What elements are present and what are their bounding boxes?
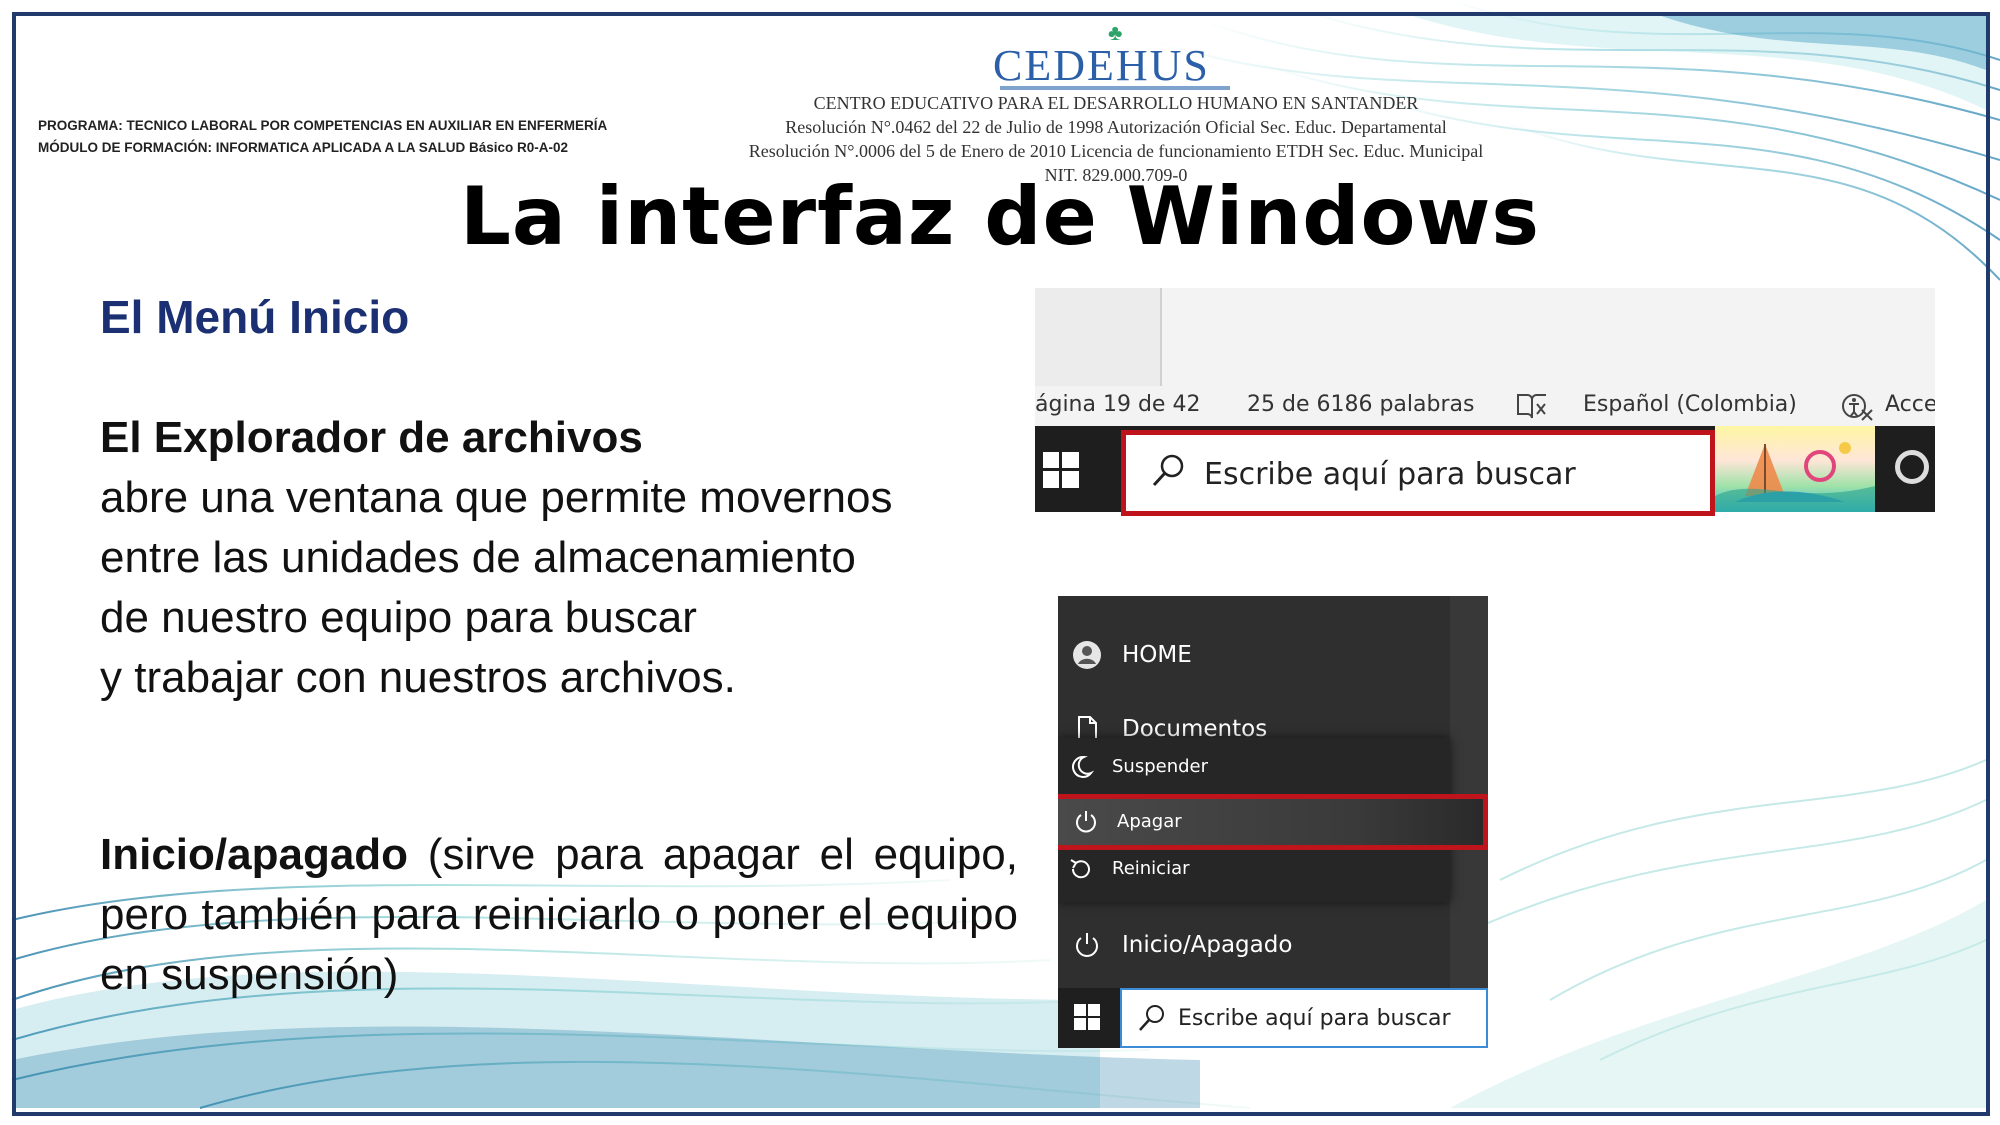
- module-line: MÓDULO DE FORMACIÓN: INFORMATICA APLICAD…: [38, 140, 568, 155]
- taskbar-search-box[interactable]: Escribe aquí para buscar: [1120, 988, 1488, 1048]
- power-icon: [1072, 930, 1102, 960]
- document-page: [1035, 288, 1162, 386]
- word-status-bar: ágina 19 de 42 25 de 6186 palabras Españ…: [1035, 386, 1935, 426]
- restart-icon: [1068, 856, 1094, 882]
- taskbar-screenshot: ágina 19 de 42 25 de 6186 palabras Españ…: [1035, 288, 1935, 523]
- taskbar-search-box[interactable]: Escribe aquí para buscar: [1121, 430, 1715, 516]
- explorer-description: El Explorador de archivos abre una venta…: [100, 408, 1005, 708]
- search-placeholder: Escribe aquí para buscar: [1178, 1006, 1451, 1031]
- explorer-line-3: de nuestro equipo para buscar: [100, 593, 697, 642]
- power-icon: [1073, 809, 1099, 840]
- logo-underline: [1000, 86, 1230, 90]
- power-description: Inicio/apagado (sirve para apagar el equ…: [100, 825, 1018, 1005]
- menu-item-shutdown[interactable]: Apagar: [1058, 794, 1488, 850]
- restart-label: Reiniciar: [1112, 858, 1190, 879]
- user-label: HOME: [1122, 642, 1192, 668]
- search-placeholder: Escribe aquí para buscar: [1204, 457, 1576, 492]
- cortana-icon[interactable]: [1895, 450, 1929, 484]
- moon-icon: [1068, 754, 1095, 780]
- word-count[interactable]: 25 de 6186 palabras: [1247, 392, 1474, 417]
- search-icon: [1136, 1002, 1168, 1039]
- page-title: La interfaz de Windows: [459, 170, 1541, 263]
- power-label: Inicio/Apagado: [1122, 932, 1293, 958]
- explorer-line-2: entre las unidades de almacenamiento: [100, 533, 856, 582]
- proofing-icon[interactable]: [1515, 392, 1549, 426]
- suspend-label: Suspender: [1112, 756, 1209, 777]
- menu-item-user[interactable]: HOME: [1058, 626, 1448, 686]
- explorer-line-1: abre una ventana que permite movernos: [100, 473, 893, 522]
- start-menu-screenshot: HOME Documentos Suspender Reiniciar Apag…: [1058, 596, 1488, 1048]
- accessibility-icon[interactable]: [1840, 392, 1874, 428]
- explorer-heading: El Explorador de archivos: [100, 413, 643, 462]
- institution-logo: CEDEHUS: [993, 41, 1210, 90]
- accessibility-label[interactable]: Acce: [1885, 392, 1935, 417]
- explorer-line-4: y trabajar con nuestros archivos.: [100, 653, 736, 702]
- institution-name: CENTRO EDUCATIVO PARA EL DESARROLLO HUMA…: [813, 93, 1419, 113]
- user-avatar-icon: [1072, 640, 1102, 670]
- search-highlight-illustration[interactable]: [1715, 426, 1875, 512]
- start-menu-tiles-edge: [1450, 596, 1488, 988]
- menu-item-suspend[interactable]: Suspender: [1058, 742, 1450, 792]
- program-line: PROGRAMA: TECNICO LABORAL POR COMPETENCI…: [38, 118, 608, 133]
- search-icon: [1150, 453, 1186, 494]
- language-indicator[interactable]: Español (Colombia): [1583, 392, 1797, 417]
- page-info[interactable]: ágina 19 de 42: [1035, 392, 1200, 417]
- taskbar: Escribe aquí para buscar: [1058, 988, 1488, 1048]
- document-area: [1035, 288, 1935, 386]
- windows-start-icon[interactable]: [1072, 1002, 1102, 1037]
- power-heading: Inicio/apagado: [100, 830, 409, 879]
- menu-item-power[interactable]: Inicio/Apagado: [1058, 916, 1448, 976]
- menu-item-restart[interactable]: Reiniciar: [1058, 844, 1450, 894]
- section-subtitle: El Menú Inicio: [100, 291, 410, 343]
- windows-start-icon[interactable]: [1043, 452, 1079, 488]
- taskbar: Escribe aquí para buscar: [1035, 426, 1935, 516]
- shutdown-label: Apagar: [1117, 811, 1182, 832]
- slide: ♣ CEDEHUS CENTRO EDUCATIVO PARA EL DESAR…: [0, 0, 2000, 1125]
